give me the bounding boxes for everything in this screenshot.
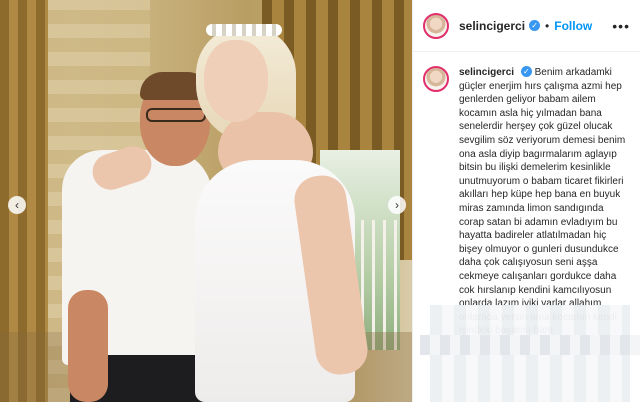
chevron-right-icon: ›	[395, 198, 399, 212]
chevron-left-icon: ‹	[15, 198, 19, 212]
post-header: selincigerci ✓ • Follow •••	[413, 0, 640, 52]
more-options-icon[interactable]: •••	[612, 18, 630, 34]
man-glasses	[146, 108, 206, 122]
follow-button[interactable]: Follow	[554, 19, 592, 33]
caption-username[interactable]: selincigerci	[459, 67, 514, 78]
caption-verified-icon: ✓	[520, 66, 532, 77]
caption-text-block: selincigerci ✓ Benim arkadamki güçler en…	[459, 66, 629, 338]
post-photo[interactable]: ‹ ›	[0, 0, 412, 402]
header-username[interactable]: selincigerci	[459, 19, 525, 33]
carousel-prev-button[interactable]: ‹	[8, 196, 26, 214]
avatar[interactable]	[423, 12, 449, 39]
verified-icon: ✓	[529, 20, 541, 31]
woman-head	[204, 40, 268, 122]
bridal-crown	[206, 24, 282, 36]
man-arm	[68, 290, 108, 402]
caption-avatar[interactable]	[423, 66, 449, 92]
blurred-comment-row	[420, 335, 640, 355]
separator-dot: •	[545, 18, 550, 33]
caption: selincigerci ✓ Benim arkadamki güçler en…	[413, 52, 640, 338]
caption-body: Benim arkadamki güçler enerjim hırs çalı…	[459, 67, 626, 336]
carousel-next-button[interactable]: ›	[388, 196, 406, 214]
